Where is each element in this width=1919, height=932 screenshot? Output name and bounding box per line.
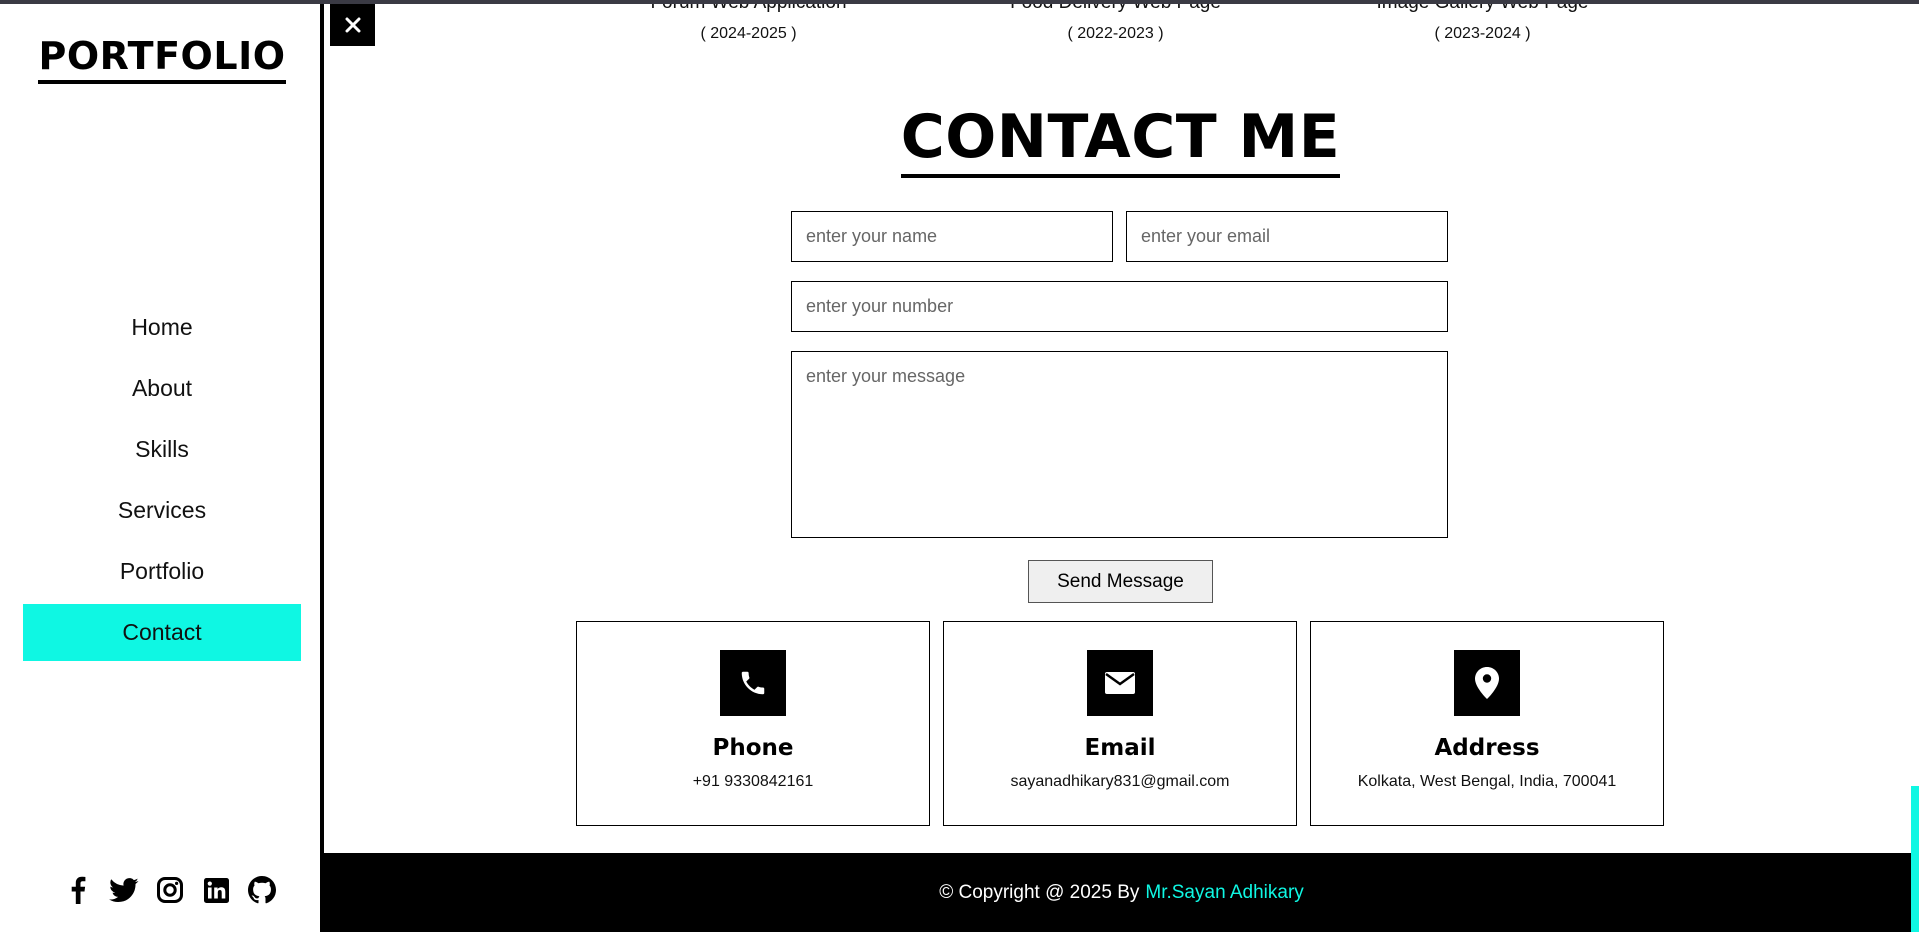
nav-item-about[interactable]: About: [23, 360, 301, 417]
nav-item-contact[interactable]: Contact: [23, 604, 301, 661]
author-link[interactable]: Mr.Sayan Adhikary: [1145, 882, 1303, 904]
linkedin-icon[interactable]: [193, 872, 239, 908]
social-links: [55, 872, 285, 908]
nav-item-services[interactable]: Services: [23, 482, 301, 539]
envelope-icon: [1087, 650, 1153, 716]
sidebar: PORTFOLIO Home About Skills Services Por…: [0, 0, 324, 932]
email-input[interactable]: [1126, 211, 1448, 262]
card-value: sayanadhikary831@gmail.com: [1010, 773, 1230, 790]
copyright-text: © Copyright @ 2025 By: [939, 881, 1140, 903]
scrollbar-thumb[interactable]: [1911, 786, 1919, 932]
project-item: Food Delivery Web Page ( 2022-2023 ): [932, 0, 1299, 46]
top-border: [0, 0, 1919, 4]
phone-icon: [720, 650, 786, 716]
send-message-button[interactable]: Send Message: [1028, 560, 1213, 603]
map-pin-icon: [1454, 650, 1520, 716]
name-input[interactable]: [791, 211, 1113, 262]
card-value: +91 9330842161: [692, 773, 814, 790]
card-title: Phone: [712, 735, 794, 761]
project-item: Forum Web Application ( 2024-2025 ): [565, 0, 932, 46]
project-year: ( 2024-2025 ): [700, 25, 797, 42]
page-title: CONTACT ME: [900, 104, 1341, 178]
twitter-icon[interactable]: [101, 872, 147, 908]
instagram-icon[interactable]: [147, 872, 193, 908]
sidebar-nav: Home About Skills Services Portfolio Con…: [23, 299, 301, 665]
logo[interactable]: PORTFOLIO: [0, 34, 324, 84]
project-item: Image Gallery Web Page ( 2023-2024 ): [1299, 0, 1666, 46]
logo-text: PORTFOLIO: [38, 34, 286, 84]
contact-card-phone: Phone +91 9330842161: [576, 621, 930, 826]
close-sidebar-button[interactable]: [330, 4, 375, 46]
project-year: ( 2023-2024 ): [1434, 25, 1531, 42]
nav-item-skills[interactable]: Skills: [23, 421, 301, 478]
github-icon[interactable]: [239, 872, 285, 908]
footer: © Copyright @ 2025 By Mr.Sayan Adhikary: [324, 853, 1919, 932]
card-title: Email: [1084, 735, 1156, 761]
contact-card-address: Address Kolkata, West Bengal, India, 700…: [1310, 621, 1664, 826]
contact-card-email: Email sayanadhikary831@gmail.com: [943, 621, 1297, 826]
project-year: ( 2022-2023 ): [1067, 25, 1164, 42]
facebook-icon[interactable]: [55, 872, 101, 908]
main-content: Forum Web Application ( 2024-2025 ) Food…: [328, 0, 1919, 853]
nav-item-home[interactable]: Home: [23, 299, 301, 356]
card-title: Address: [1434, 735, 1540, 761]
number-input[interactable]: [791, 281, 1448, 332]
contact-heading: CONTACT ME: [328, 104, 1913, 178]
card-value: Kolkata, West Bengal, India, 700041: [1357, 773, 1617, 790]
nav-item-portfolio[interactable]: Portfolio: [23, 543, 301, 600]
message-textarea[interactable]: [791, 351, 1448, 538]
close-icon: [345, 17, 360, 33]
